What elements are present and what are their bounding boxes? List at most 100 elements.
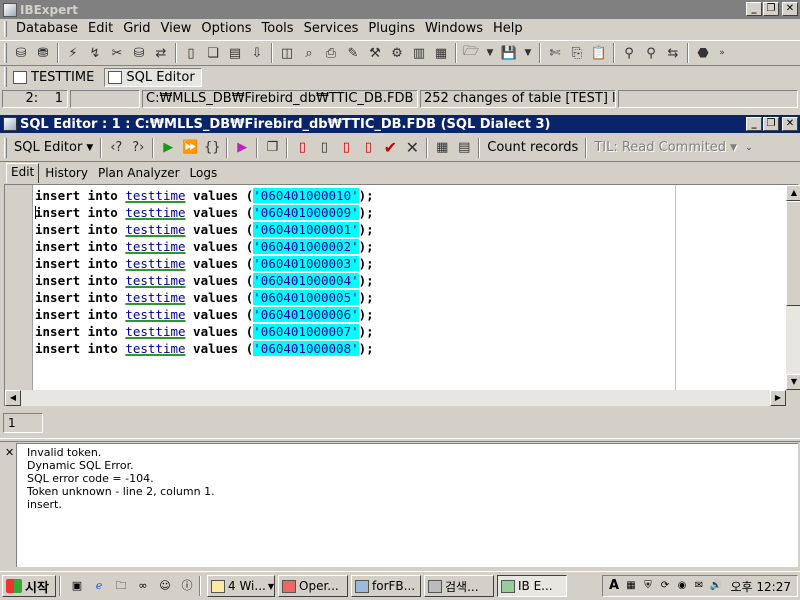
task-search[interactable]: 검색... <box>424 575 494 597</box>
add-query-icon[interactable]: ▯ <box>313 137 335 159</box>
paste-icon[interactable]: 📋 <box>588 42 610 64</box>
maximize-button[interactable]: ❐ <box>763 2 779 16</box>
minimize-button[interactable]: _ <box>746 2 762 16</box>
transaction-isolation-dropdown[interactable]: TIL: Read Commited ▼ <box>590 137 741 159</box>
task-ibexpert[interactable]: IB E... <box>497 575 567 597</box>
export-icon[interactable]: ⇩ <box>246 42 268 64</box>
copy-result-icon[interactable]: ❐ <box>261 137 283 159</box>
copy-document-icon[interactable]: ❏ <box>202 42 224 64</box>
internet-explorer-icon[interactable]: ℯ <box>90 577 108 595</box>
new-document-icon[interactable]: ▯ <box>180 42 202 64</box>
plugin-icon[interactable]: ⬣ <box>692 42 714 64</box>
db-properties-icon[interactable]: ⛁ <box>128 42 150 64</box>
run-step-icon[interactable]: ⏩ <box>179 137 201 159</box>
menu-database[interactable]: Database <box>11 20 83 38</box>
new-query-icon[interactable]: ▯ <box>291 137 313 159</box>
task-forfb[interactable]: forFB... <box>351 575 421 597</box>
reconnect-icon[interactable]: ↯ <box>84 42 106 64</box>
update-icon[interactable]: ⟳ <box>658 579 672 593</box>
input-language-indicator[interactable]: A <box>607 579 621 593</box>
network-icon[interactable]: ▦ <box>624 579 638 593</box>
cut-icon[interactable]: ✄ <box>544 42 566 64</box>
close-messages-icon[interactable]: ✕ <box>5 446 14 459</box>
close-button[interactable]: ✕ <box>782 2 798 16</box>
child-minimize-button[interactable]: _ <box>746 117 762 131</box>
script-icon[interactable]: ▤ <box>224 42 246 64</box>
open-dropdown-arrow-icon[interactable]: ▼ <box>482 42 498 64</box>
stop-icon[interactable]: ▶ <box>231 137 253 159</box>
vertical-scrollbar[interactable]: ▲ ▼ <box>786 185 800 390</box>
sql-editor-dropdown[interactable]: SQL Editor ▼ <box>10 137 97 159</box>
menu-services[interactable]: Services <box>299 20 364 38</box>
find-icon[interactable]: ⚲ <box>618 42 640 64</box>
tab-history[interactable]: History <box>41 165 92 183</box>
menu-help[interactable]: Help <box>488 20 528 38</box>
commit-icon[interactable]: ✔ <box>379 137 401 159</box>
delete-query-icon[interactable]: ▯ <box>335 137 357 159</box>
connect-icon[interactable]: ⚡ <box>62 42 84 64</box>
replace-icon[interactable]: ⇆ <box>662 42 684 64</box>
menu-options[interactable]: Options <box>196 20 256 38</box>
tab-sql-editor[interactable]: SQL Editor <box>104 67 202 87</box>
grant-icon[interactable]: ✎ <box>342 42 364 64</box>
count-records-button[interactable]: Count records <box>483 137 582 159</box>
task-windows-explorer[interactable]: 4 Wi... ▼ <box>207 575 275 597</box>
rollback-icon[interactable]: ✕ <box>401 137 423 159</box>
show-desktop-icon[interactable]: ▣ <box>68 577 86 595</box>
child-maximize-button[interactable]: ❐ <box>763 117 779 131</box>
delete-all-queries-icon[interactable]: ▯ <box>357 137 379 159</box>
run-block-icon[interactable]: {} <box>201 137 223 159</box>
error-message-box[interactable]: Invalid token. Dynamic SQL Error. SQL er… <box>16 443 798 567</box>
toolbar-overflow-icon[interactable]: ⌄ <box>741 137 757 159</box>
run-icon[interactable]: ▶ <box>157 137 179 159</box>
explorer-folder-icon[interactable]: 🗀 <box>112 577 130 595</box>
menu-grid[interactable]: Grid <box>118 20 155 38</box>
menu-edit[interactable]: Edit <box>83 20 118 38</box>
tab-plan-analyzer[interactable]: Plan Analyzer <box>94 165 184 183</box>
menu-plugins[interactable]: Plugins <box>363 20 420 38</box>
start-button[interactable]: 시작 <box>2 575 56 597</box>
menu-tools[interactable]: Tools <box>257 20 299 38</box>
menu-view[interactable]: View <box>156 20 197 38</box>
backup-icon[interactable]: ⇄ <box>150 42 172 64</box>
messenger-icon[interactable]: ☺ <box>156 577 174 595</box>
find-next-icon[interactable]: ⚲ <box>640 42 662 64</box>
scroll-left-arrow-icon[interactable]: ◀ <box>5 390 21 406</box>
horizontal-scrollbar[interactable]: ◀ ▶ <box>5 390 786 406</box>
next-query-icon[interactable]: ?› <box>127 137 149 159</box>
search-db-icon[interactable]: ⌕ <box>298 42 320 64</box>
tab-logs[interactable]: Logs <box>186 165 222 183</box>
register-db-icon[interactable]: ⛁ <box>10 42 32 64</box>
child-close-button[interactable]: ✕ <box>782 117 798 131</box>
copy-icon[interactable]: ⎘ <box>566 42 588 64</box>
menu-windows[interactable]: Windows <box>420 20 488 38</box>
mail-icon[interactable]: ✉ <box>692 579 706 593</box>
scroll-up-arrow-icon[interactable]: ▲ <box>786 185 800 201</box>
panel-splitter[interactable] <box>0 438 800 442</box>
tool-icon[interactable]: ⚒ <box>364 42 386 64</box>
tab-testtime[interactable]: TESTTIME <box>10 68 100 87</box>
form-icon[interactable]: ▤ <box>453 137 475 159</box>
sql-monitor-icon[interactable]: ◫ <box>276 42 298 64</box>
vertical-scroll-thumb[interactable] <box>786 201 800 306</box>
sql-code-editor[interactable]: insert into testtime values ('0604010000… <box>4 184 800 406</box>
save-icon[interactable]: 💾 <box>498 42 520 64</box>
security-icon[interactable]: ⛨ <box>641 579 655 593</box>
log-icon[interactable]: ▦ <box>430 42 452 64</box>
scroll-right-arrow-icon[interactable]: ▶ <box>770 390 786 406</box>
disconnect-icon[interactable]: ✂ <box>106 42 128 64</box>
scroll-down-arrow-icon[interactable]: ▼ <box>786 374 800 390</box>
antivirus-icon[interactable]: ◉ <box>675 579 689 593</box>
task-opera[interactable]: Oper... <box>278 575 348 597</box>
prev-query-icon[interactable]: ‹? <box>105 137 127 159</box>
open-folder-icon[interactable]: 🗁 <box>460 42 482 64</box>
unregister-db-icon[interactable]: ⛃ <box>32 42 54 64</box>
wrench-icon[interactable]: ⚙ <box>386 42 408 64</box>
media-player-icon[interactable]: ∞ <box>134 577 152 595</box>
print-icon[interactable]: ⎙ <box>320 42 342 64</box>
tab-edit[interactable]: Edit <box>6 163 40 183</box>
volume-icon[interactable]: 🔊 <box>709 579 723 593</box>
save-dropdown-arrow-icon[interactable]: ▼ <box>520 42 536 64</box>
chart-icon[interactable]: ▥ <box>408 42 430 64</box>
info-icon[interactable]: ⓘ <box>178 577 196 595</box>
